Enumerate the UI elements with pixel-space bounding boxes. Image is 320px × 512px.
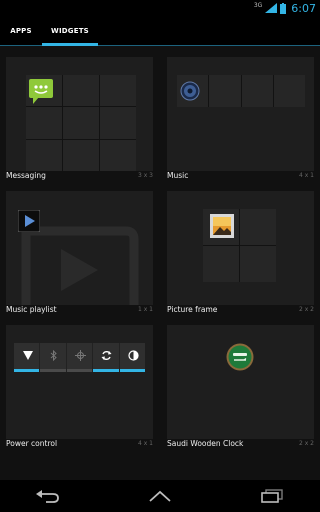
power-toggle-wifi	[14, 343, 41, 372]
widget-name: Music playlist	[6, 305, 57, 314]
sync-icon	[101, 350, 112, 361]
widget-size: 2 x 2	[299, 306, 314, 313]
widget-card-saudi-wooden-clock[interactable]	[167, 325, 314, 439]
signal-icon	[265, 3, 278, 13]
power-toggle-bluetooth	[40, 343, 67, 372]
widget-card-music[interactable]	[167, 57, 314, 171]
picture-frame-icon	[210, 214, 234, 238]
navigation-bar	[0, 480, 320, 512]
brightness-icon	[128, 350, 139, 361]
recent-apps-button[interactable]	[242, 480, 302, 512]
power-control-preview	[14, 343, 146, 372]
status-bar: 3G 6:07	[0, 0, 320, 16]
widget-name: Music	[167, 171, 189, 180]
tab-bar: APPS WIDGETS	[0, 16, 320, 46]
back-button[interactable]	[18, 480, 78, 512]
messaging-icon	[29, 79, 53, 104]
widget-card-picture-frame[interactable]	[167, 191, 314, 305]
saudi-flag-clock-icon	[226, 343, 254, 371]
home-button[interactable]	[130, 480, 190, 512]
widget-card-music-playlist[interactable]	[6, 191, 153, 305]
clock: 6:07	[291, 1, 316, 15]
widget-size: 2 x 2	[299, 440, 314, 447]
power-toggle-sync	[93, 343, 120, 372]
wifi-icon	[23, 351, 33, 360]
power-toggle-gps	[66, 343, 94, 372]
tab-widgets[interactable]: WIDGETS	[42, 16, 98, 46]
status-icons: 3G 6:07	[254, 0, 316, 16]
home-icon	[149, 490, 171, 502]
widget-name: Saudi Wooden Clock	[167, 439, 244, 448]
widget-card-messaging[interactable]	[6, 57, 153, 171]
widget-size: 4 x 1	[299, 172, 314, 179]
back-icon	[36, 490, 59, 503]
music-speaker-icon	[180, 81, 200, 101]
widget-size: 1 x 1	[138, 306, 153, 313]
bluetooth-icon	[51, 350, 58, 361]
recent-apps-icon	[261, 489, 283, 503]
network-type: 3G	[253, 1, 263, 9]
playlist-preview-art	[21, 226, 139, 305]
widget-size: 3 x 3	[138, 172, 153, 179]
widget-name: Picture frame	[167, 305, 218, 314]
widget-name: Messaging	[6, 171, 46, 180]
tab-apps[interactable]: APPS	[0, 16, 42, 46]
play-icon	[18, 210, 40, 232]
widget-card-power-control[interactable]	[6, 325, 153, 439]
widget-name: Power control	[6, 439, 58, 448]
widget-list[interactable]: Messaging 3 x 3 Music 4 x 1 Music playli…	[0, 46, 320, 480]
widget-size: 4 x 1	[138, 440, 153, 447]
battery-icon	[280, 2, 287, 14]
power-toggle-brightness	[119, 343, 146, 372]
gps-icon	[74, 350, 86, 361]
